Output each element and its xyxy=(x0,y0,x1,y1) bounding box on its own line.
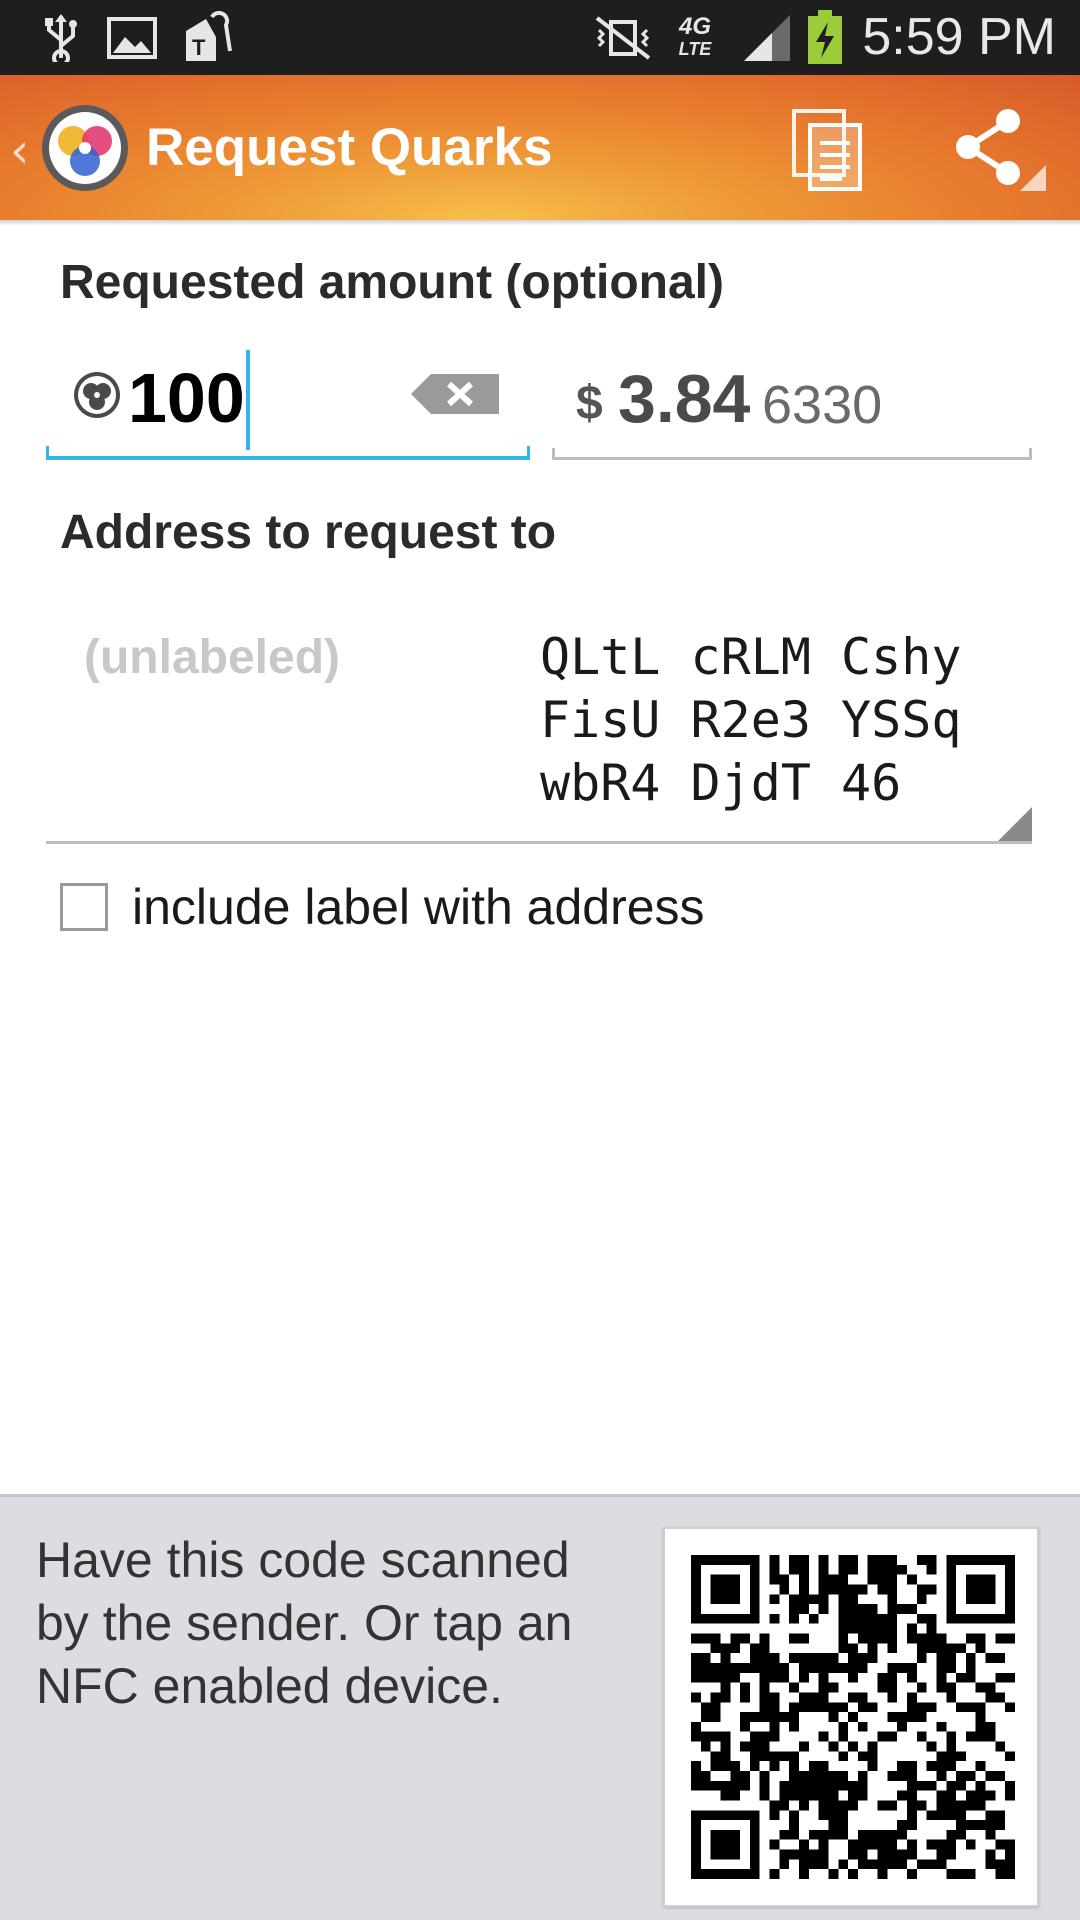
fiat-amount-major: 3.84 xyxy=(618,361,751,437)
network-label-bottom: LTE xyxy=(678,38,712,59)
bottom-panel: Have this code scanned by the sender. Or… xyxy=(0,1494,1080,1920)
qr-code-image xyxy=(691,1555,1015,1879)
status-bar: T 4G LTE 5:59 PM xyxy=(0,0,1080,75)
qr-code-card[interactable] xyxy=(663,1527,1039,1907)
address-line: FisU R2e3 YSSq xyxy=(540,691,962,749)
back-caret-icon[interactable]: ‹ xyxy=(10,123,29,179)
scan-instructions: Have this code scanned by the sender. Or… xyxy=(36,1532,573,1714)
page-title: Request Quarks xyxy=(146,118,553,177)
include-label-option[interactable]: include label with address xyxy=(60,875,705,939)
clock: 5:59 PM xyxy=(862,8,1056,66)
include-label-text: include label with address xyxy=(132,879,705,935)
action-bar: ‹ Request Quarks xyxy=(0,75,1080,226)
amount-section-label: Requested amount (optional) xyxy=(60,256,724,309)
address-line: QLtL cRLM Cshy xyxy=(540,628,962,686)
fiat-currency-symbol: $ xyxy=(576,377,603,430)
copy-icon xyxy=(792,109,862,191)
carrier-tag-icon: T xyxy=(180,0,236,75)
network-label-top: 4G xyxy=(678,12,711,40)
amount-input[interactable]: 100 xyxy=(46,340,530,460)
address-label-text: (unlabeled) xyxy=(84,631,341,684)
4g-lte-icon: 4G LTE xyxy=(672,0,718,75)
screen: T 4G LTE 5:59 PM ‹ Request Quarks Reques… xyxy=(0,0,1080,1920)
fiat-amount-minor: 6330 xyxy=(762,375,883,435)
mute-vibrate-icon xyxy=(592,0,654,75)
spinner-corner-icon xyxy=(998,807,1032,841)
address-section-label: Address to request to xyxy=(60,506,557,559)
svg-text:T: T xyxy=(192,35,206,60)
image-icon xyxy=(104,0,160,75)
usb-icon xyxy=(36,0,86,75)
copy-button[interactable] xyxy=(790,105,870,195)
app-logo-icon[interactable] xyxy=(40,103,130,193)
currency-icon xyxy=(72,370,122,420)
signal-icon xyxy=(740,0,794,75)
backspace-icon xyxy=(411,374,499,414)
share-button[interactable] xyxy=(950,105,1050,195)
include-label-checkbox[interactable] xyxy=(60,883,108,931)
address-line: wbR4 DjdT 46 xyxy=(540,754,902,812)
address-spinner[interactable]: (unlabeled) QLtL cRLM Cshy FisU R2e3 YSSq… xyxy=(46,600,1032,844)
amount-value: 100 xyxy=(128,359,245,437)
clear-amount-button[interactable] xyxy=(411,372,501,416)
share-icon xyxy=(956,109,1046,191)
text-cursor xyxy=(246,350,250,450)
battery-charging-icon xyxy=(804,0,846,75)
address-text: QLtL cRLM Cshy FisU R2e3 YSSq wbR4 DjdT 46 xyxy=(540,626,961,815)
fiat-amount-field[interactable]: $ 3.84 6330 xyxy=(552,340,1032,460)
